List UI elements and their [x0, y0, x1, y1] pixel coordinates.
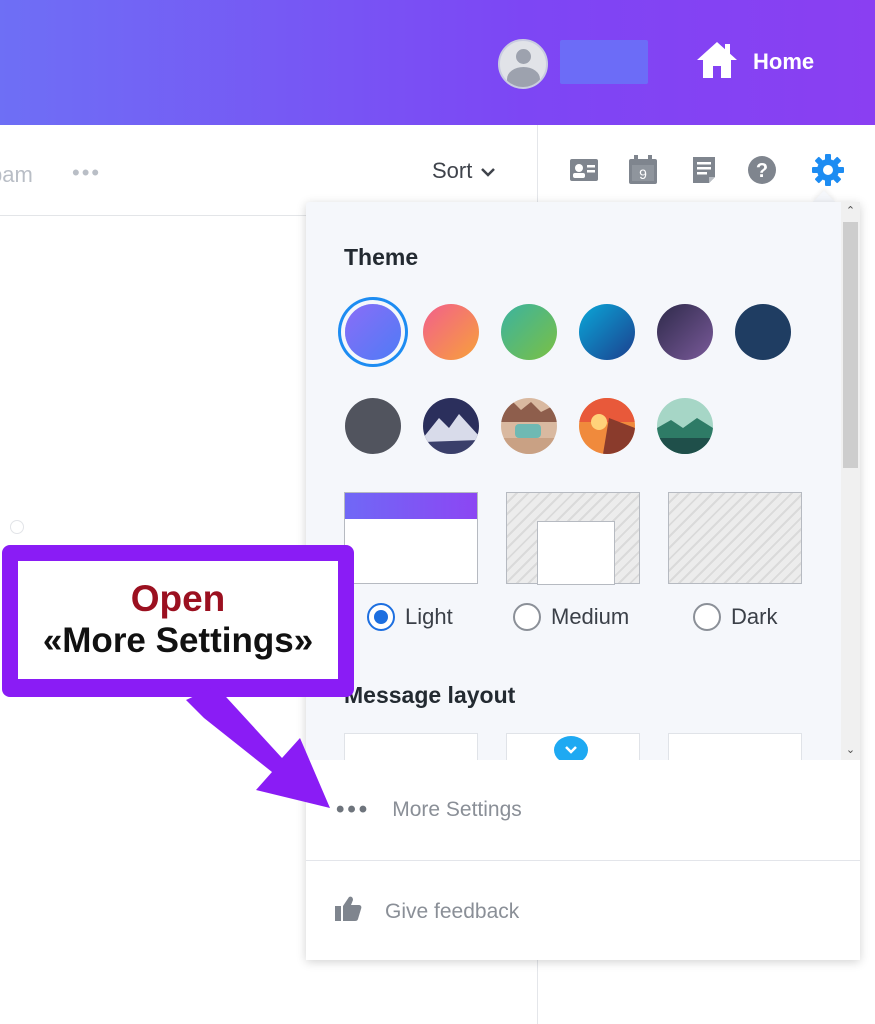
contacts-icon[interactable]: [566, 152, 602, 188]
dark-preview[interactable]: [668, 492, 802, 584]
calendar-icon[interactable]: 9: [625, 152, 661, 188]
message-layout-option-1[interactable]: [344, 733, 478, 763]
give-feedback-label: Give feedback: [385, 899, 520, 923]
radio-dark-button[interactable]: [693, 603, 721, 631]
radio-medium-label: Medium: [551, 604, 630, 629]
theme-swatch-blue[interactable]: [579, 304, 635, 360]
light-preview[interactable]: [344, 492, 478, 584]
more-settings-label: More Settings: [392, 798, 522, 821]
radio-dark-label: Dark: [731, 604, 778, 629]
panel-scroll-thumb[interactable]: [843, 222, 858, 468]
radio-light-button[interactable]: [367, 603, 395, 631]
home-label: Home: [753, 49, 815, 74]
medium-preview[interactable]: [506, 492, 640, 585]
home-icon: [695, 40, 739, 85]
callout-text-box: Open «More Settings»: [18, 561, 338, 679]
more-dots-icon: •••: [336, 796, 371, 823]
theme-swatch-navy[interactable]: [735, 304, 791, 360]
thumbs-up-icon: [333, 895, 363, 928]
avatar-shoulders: [507, 67, 540, 87]
settings-gear-icon[interactable]: [810, 152, 846, 188]
theme-swatch-gray[interactable]: [345, 398, 401, 454]
annotation-callout: Open «More Settings»: [2, 545, 354, 697]
notepad-icon[interactable]: [686, 152, 722, 188]
svg-text:?: ?: [756, 160, 768, 182]
tab-spam[interactable]: pam: [0, 162, 33, 188]
help-icon[interactable]: ?: [744, 152, 780, 188]
faint-circle-mark: [10, 520, 24, 534]
theme-swatch-autumn-sunset-photo[interactable]: [579, 398, 635, 454]
callout-line-open: Open: [130, 577, 226, 619]
callout-line-more-settings: «More Settings»: [42, 621, 314, 661]
message-layout-option-3[interactable]: [668, 733, 802, 763]
avatar-head: [516, 49, 531, 64]
theme-title: Theme: [344, 244, 419, 270]
theme-swatch-mountain-night-photo[interactable]: [423, 398, 479, 454]
home-button[interactable]: Home: [695, 40, 814, 84]
radio-medium[interactable]: Medium: [513, 603, 629, 631]
tabs-more-button[interactable]: •••: [72, 160, 101, 186]
radio-light-label: Light: [405, 604, 453, 629]
sort-dropdown[interactable]: Sort: [432, 158, 496, 184]
theme-swatch-purple[interactable]: [345, 304, 401, 360]
scroll-up-arrow-icon[interactable]: ⌃: [843, 203, 858, 219]
chevron-down-icon: [480, 158, 496, 184]
theme-swatch-teal-landscape-photo[interactable]: [657, 398, 713, 454]
light-preview-header: [345, 493, 477, 519]
radio-light[interactable]: Light: [367, 603, 453, 631]
footer-divider: [306, 860, 860, 861]
more-settings-link[interactable]: ••• More Settings: [336, 796, 522, 824]
calendar-day: 9: [639, 166, 647, 182]
give-feedback-link[interactable]: Give feedback: [333, 895, 519, 928]
user-avatar-icon[interactable]: [498, 39, 548, 89]
theme-swatch-dusk-purple[interactable]: [657, 304, 713, 360]
radio-dark[interactable]: Dark: [693, 603, 777, 631]
theme-swatch-green[interactable]: [501, 304, 557, 360]
message-layout-title: Message layout: [344, 682, 516, 708]
scroll-down-arrow-icon[interactable]: ⌄: [843, 742, 858, 758]
redacted-username[interactable]: [560, 40, 648, 84]
sort-label: Sort: [432, 158, 473, 183]
radio-medium-button[interactable]: [513, 603, 541, 631]
theme-swatch-sunset-orange[interactable]: [423, 304, 479, 360]
medium-preview-inner: [537, 521, 615, 585]
theme-swatch-camper-desert-photo[interactable]: [501, 398, 557, 454]
